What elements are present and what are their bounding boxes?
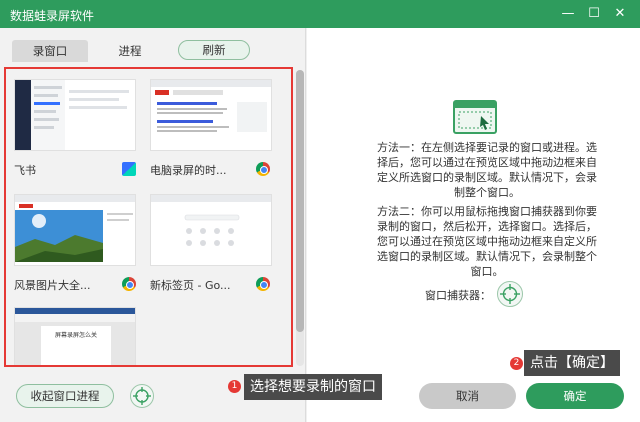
annotation-step-2-badge: 2 [510,357,523,370]
method-two-text: 方法二：你可以用鼠标拖拽窗口捕获器到你要录制的窗口，然后松开，选择窗口。选择后，… [377,205,597,278]
window-capturer-button[interactable] [130,384,154,408]
window-thumbnail-landscape[interactable] [14,194,136,266]
tab-record-window[interactable]: 录窗口 [12,40,88,62]
window-title: 数据蛙录屏软件 [10,9,95,23]
webpage-preview-icon [151,80,271,150]
window-capturer-label: 窗口捕获器： [425,289,491,302]
window-thumbnail-document[interactable]: 屏幕录屏怎么关 [14,307,136,365]
ok-button[interactable]: 确定 [526,383,624,409]
window-caption: 飞书 [14,164,36,177]
annotation-step-2: 点击【确定】 [524,350,620,376]
document-heading: 屏幕录屏怎么关 [55,332,98,339]
collapse-window-process-button[interactable]: 收起窗口进程 [16,384,114,408]
chrome-icon [256,277,270,291]
newtab-preview-icon [151,195,271,265]
window-caption: 风景图片大全... [14,279,91,292]
window-caption: 新标签页 - Go... [150,279,231,292]
crosshair-icon [500,284,520,304]
chrome-icon [256,162,270,176]
landscape-preview-icon [15,195,135,265]
feishu-icon [122,162,136,176]
cancel-button[interactable]: 取消 [419,383,516,409]
left-panel: 录窗口 进程 刷新 飞书 电脑录屏的时... 风景图片大全... 新标签页 - … [0,28,306,422]
window-thumbnail-feishu[interactable] [14,79,136,151]
scrollbar-thumb[interactable] [296,70,304,332]
window-thumbnail-browser[interactable] [150,79,272,151]
maximize-button[interactable]: ☐ [584,4,604,24]
minimize-button[interactable]: — [558,4,578,24]
window-select-illustration-icon [453,100,497,134]
annotation-step-1: 选择想要录制的窗口 [244,374,382,400]
window-list: 飞书 电脑录屏的时... 风景图片大全... 新标签页 - Go... 屏幕录屏… [4,67,293,367]
refresh-button[interactable]: 刷新 [178,40,250,60]
tab-process[interactable]: 进程 [100,40,160,62]
crosshair-icon [133,387,151,405]
method-one-text: 方法一：在左侧选择要记录的窗口或进程。选择后，您可以通过在预览区域中拖动边框来自… [377,141,597,199]
annotation-step-1-badge: 1 [228,380,241,393]
window-capturer-drag-handle[interactable] [497,281,523,307]
chrome-icon [122,277,136,291]
close-button[interactable]: ✕ [610,4,630,24]
window-thumbnail-newtab[interactable] [150,194,272,266]
feishu-preview-icon [15,80,135,150]
cursor-window-icon [455,102,495,130]
window-caption: 电脑录屏的时... [150,164,227,177]
title-bar: 数据蛙录屏软件 — ☐ ✕ [0,0,640,28]
